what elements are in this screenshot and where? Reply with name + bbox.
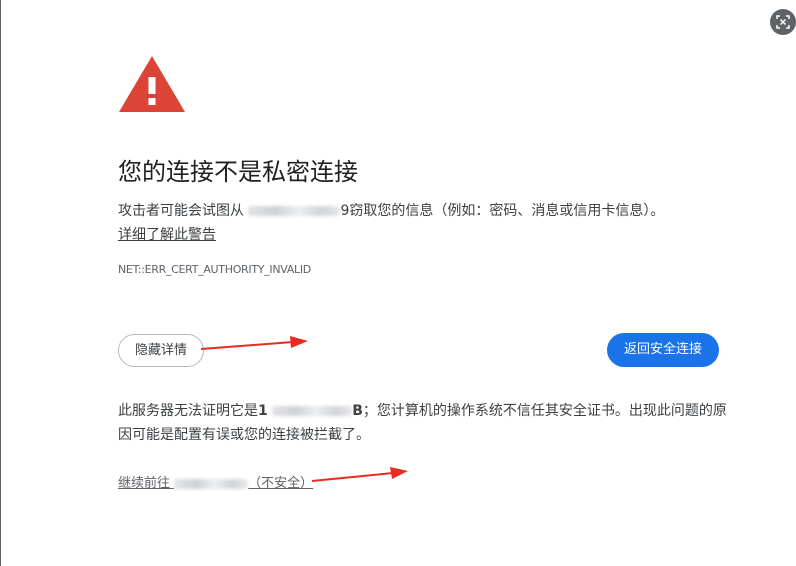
error-code: NET::ERR_CERT_AUTHORITY_INVALID bbox=[118, 263, 311, 276]
proceed-prefix: 继续前往 bbox=[118, 476, 171, 491]
redacted-proceed-host bbox=[174, 478, 249, 489]
proceed-unsafe-link[interactable]: 继续前往 （不安全） bbox=[118, 472, 313, 491]
details-redacted-tail: B bbox=[352, 403, 363, 419]
description-end: 窃取您的信息（例如：密码、消息或信用卡信息）。 bbox=[349, 203, 665, 219]
red-arrow-annotation bbox=[311, 467, 408, 482]
red-arrow-annotation bbox=[200, 336, 308, 350]
proceed-suffix: （不安全） bbox=[248, 476, 314, 491]
back-to-safety-button[interactable]: 返回安全连接 bbox=[607, 333, 719, 367]
details-start: 此服务器无法证明它是 bbox=[118, 403, 258, 419]
warning-description: 攻击者可能会试图从 9窃取您的信息（例如：密码、消息或信用卡信息）。 bbox=[118, 201, 664, 221]
details-redacted-head: 1 bbox=[258, 403, 268, 419]
details-text: 此服务器无法证明它是1 B；您计算机的操作系统不信任其安全证书。出现此问题的原因… bbox=[118, 399, 728, 447]
description-start: 攻击者可能会试图从 bbox=[118, 203, 244, 219]
screenshot-tool-button[interactable] bbox=[770, 9, 796, 35]
page-title: 您的连接不是私密连接 bbox=[118, 158, 358, 186]
warning-triangle-icon bbox=[119, 56, 185, 112]
redacted-host bbox=[248, 206, 341, 216]
hide-details-button[interactable]: 隐藏详情 bbox=[118, 334, 204, 367]
screenshot-tool-icon bbox=[776, 15, 790, 29]
interstitial-page: 您的连接不是私密连接 攻击者可能会试图从 9窃取您的信息（例如：密码、消息或信用… bbox=[0, 0, 796, 566]
redacted-server-name bbox=[272, 406, 353, 416]
learn-more-link[interactable]: 详细了解此警告 bbox=[118, 225, 216, 245]
